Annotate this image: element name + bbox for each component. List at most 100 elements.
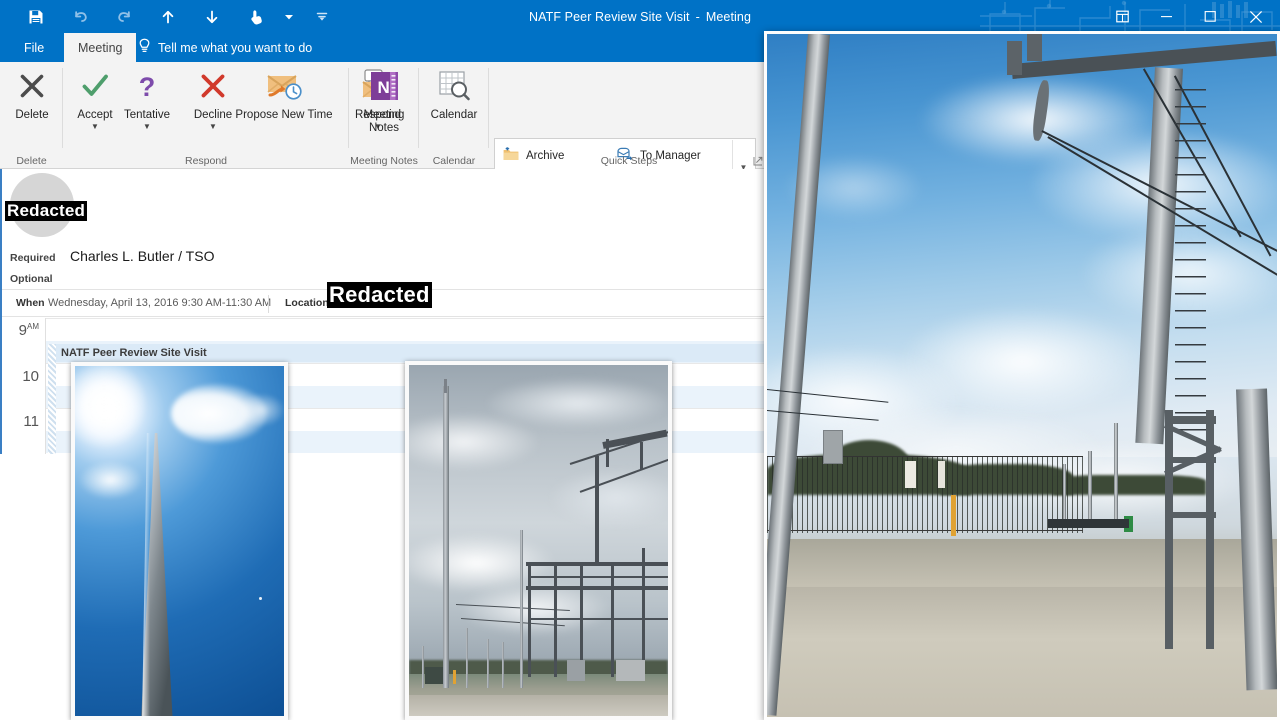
tab-file[interactable]: File — [10, 33, 58, 62]
photo-substation-yard-road[interactable] — [764, 31, 1280, 720]
svg-text:?: ? — [139, 72, 156, 101]
quick-access-toolbar[interactable] — [14, 0, 344, 33]
meeting-notes-button[interactable]: N Meeting Notes — [353, 65, 415, 135]
distant-pole — [1088, 450, 1092, 519]
tab-meeting[interactable]: Meeting — [64, 33, 137, 62]
propose-new-time-icon — [264, 65, 304, 107]
gravel-road — [409, 694, 668, 716]
ribbon-group-label-respond: Respond — [184, 155, 228, 167]
fence-sign — [937, 460, 945, 489]
calendar-button[interactable]: Calendar — [423, 65, 485, 122]
hour-label-11: 11 — [23, 413, 39, 430]
bollard — [453, 670, 457, 685]
maximize-icon[interactable] — [1188, 0, 1232, 33]
control-house — [616, 659, 645, 681]
optional-label: Optional — [10, 273, 53, 285]
ribbon-group-respond: Accept ▼ ? Tentative ▼ Decline ▼ Propose… — [63, 62, 401, 169]
security-fence — [767, 457, 1084, 533]
propose-new-time-button-label: Propose New Time — [235, 109, 333, 121]
appointment-busy-hatch — [48, 344, 56, 454]
delete-button-label: Delete — [15, 109, 49, 121]
equipment-cabinet — [424, 666, 443, 685]
distant-pole — [502, 642, 505, 688]
when-label: When — [16, 297, 45, 309]
lattice-column — [1164, 409, 1173, 649]
close-icon[interactable] — [1232, 0, 1280, 33]
delete-x-icon — [17, 65, 47, 107]
ribbon-group-delete: Delete Delete — [0, 62, 63, 169]
customize-quick-access-toolbar-icon[interactable] — [300, 0, 344, 33]
touch-mode-icon[interactable] — [234, 0, 278, 33]
lattice-beam — [1164, 416, 1216, 424]
pole-step-bolts — [1175, 88, 1206, 444]
minimize-icon[interactable] — [1144, 0, 1188, 33]
distant-pole — [486, 638, 489, 688]
hour-label-10: 10 — [22, 368, 39, 385]
photo-transmission-pole-sky[interactable] — [71, 362, 288, 720]
photo-substation-lattice[interactable] — [405, 361, 672, 720]
window-title-text: NATF Peer Review Site Visit — [528, 9, 690, 24]
distant-pole — [465, 628, 469, 688]
cloud — [79, 460, 142, 499]
gate-rail — [1047, 518, 1130, 529]
photo-3-content — [767, 34, 1277, 717]
lattice-column — [642, 547, 646, 678]
calendar-button-label: Calendar — [430, 109, 478, 121]
pole-mounted-cabinet — [823, 430, 844, 465]
fence-bottom-rail — [767, 529, 1084, 531]
delete-button[interactable]: Delete — [1, 65, 63, 122]
when-location-divider — [268, 295, 269, 313]
next-item-icon[interactable] — [190, 0, 234, 33]
photo-2-content — [409, 365, 668, 716]
undo-icon[interactable] — [58, 0, 102, 33]
cloud — [486, 379, 668, 429]
tentative-button-label: Tentative — [123, 109, 171, 121]
tell-me-search[interactable]: Tell me what you want to do — [138, 33, 312, 62]
hour-suffix: AM — [27, 322, 39, 331]
lattice-brace — [528, 575, 668, 579]
required-attendees-value[interactable]: Charles L. Butler / TSO — [70, 248, 214, 264]
touch-mode-dropdown-icon[interactable] — [278, 0, 300, 33]
tentative-button[interactable]: ? Tentative ▼ — [115, 65, 179, 131]
insulator-stack — [1006, 40, 1022, 75]
ribbon-group-label-quick-steps: Quick Steps — [600, 155, 658, 167]
window-title-separator: - — [695, 9, 700, 24]
hour-gridline — [46, 318, 770, 319]
redo-icon[interactable] — [102, 0, 146, 33]
optional-attendees-row: Optional — [10, 269, 53, 287]
organizer-redacted-bar: Redacted — [5, 201, 88, 222]
lens-speck — [258, 597, 262, 600]
calendar-appointment-bar[interactable]: NATF Peer Review Site Visit — [48, 344, 770, 362]
ribbon-group-calendar: Calendar Calendar — [419, 62, 489, 169]
ribbon-group-label-meeting-notes: Meeting Notes — [350, 155, 418, 167]
distant-pole — [421, 645, 424, 688]
window-controls[interactable] — [1100, 0, 1280, 33]
fence-top-rail — [767, 456, 1084, 458]
required-attendees-row: Required Charles L. Butler / TSO — [10, 248, 214, 264]
tell-me-label: Tell me what you want to do — [158, 40, 313, 55]
photo-1-content — [75, 366, 284, 716]
required-label: Required — [10, 252, 56, 264]
title-bar: NATF Peer Review Site Visit - Meeting — [0, 0, 1280, 33]
ribbon-group-label-delete: Delete — [16, 155, 47, 167]
svg-text:N: N — [378, 78, 390, 97]
decline-dropdown-icon[interactable]: ▼ — [209, 123, 217, 131]
accept-dropdown-icon[interactable]: ▼ — [91, 123, 99, 131]
calendar-appointment-title: NATF Peer Review Site Visit — [61, 347, 207, 359]
ribbon-display-options-icon[interactable] — [1100, 0, 1144, 33]
onenote-icon: N — [367, 65, 401, 107]
distant-pole — [1113, 423, 1119, 519]
pole-top-fitting — [444, 379, 447, 394]
lattice-beam — [1164, 512, 1216, 518]
distant-pole — [520, 529, 523, 688]
when-value: Wednesday, April 13, 2016 9:30 AM-11:30 … — [48, 297, 272, 309]
gravel-road — [767, 587, 1277, 717]
save-icon[interactable] — [14, 0, 58, 33]
previous-item-icon[interactable] — [146, 0, 190, 33]
propose-new-time-button[interactable]: Propose New Time — [229, 65, 339, 122]
tentative-dropdown-icon[interactable]: ▼ — [143, 123, 151, 131]
outlook-meeting-window: NATF Peer Review Site Visit - Meeting Fi… — [0, 0, 1280, 720]
window-title-suffix: Meeting — [705, 9, 752, 24]
quick-steps-dialog-launcher-icon[interactable] — [753, 156, 763, 166]
lattice-brace — [528, 617, 668, 621]
